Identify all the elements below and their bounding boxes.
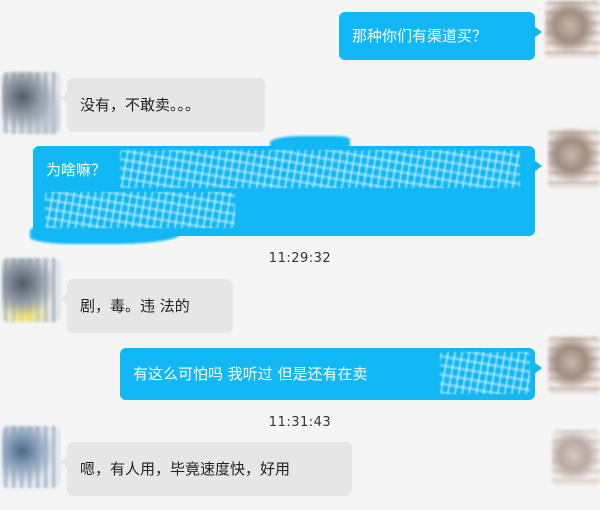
message-bubble-received[interactable]: 剧，毒。违 法的 [60, 279, 233, 333]
message-text: 剧，毒。违 法的 [80, 297, 190, 315]
contact-avatar-other[interactable] [2, 426, 60, 488]
chat-window: 那种你们有渠道买？ 没有，不敢卖。。。 为啥嘛？ 11:29:32 剧，毒。违 … [0, 0, 600, 510]
contact-avatar-self[interactable] [552, 430, 600, 486]
contact-avatar-self[interactable] [545, 0, 600, 58]
contact-avatar-self[interactable] [548, 336, 600, 394]
message-text: 没有，不敢卖。。。 [80, 96, 201, 114]
redaction-scribble [120, 150, 520, 188]
timestamp: 11:31:43 [268, 415, 332, 430]
message-text: 有这么可怕吗 我听过 但是还有在卖 [133, 365, 368, 383]
message-text: 为啥嘛？ [46, 161, 107, 179]
redaction-scribble [440, 352, 530, 394]
message-text: 嗯，有人用，毕竟速度快，好用 [80, 460, 291, 478]
contact-avatar-other[interactable] [2, 258, 60, 322]
redaction-scribble [45, 192, 235, 228]
message-text: 那种你们有渠道买？ [352, 27, 488, 45]
contact-avatar-other[interactable] [2, 72, 60, 134]
message-bubble-received[interactable]: 没有，不敢卖。。。 [60, 78, 265, 132]
timestamp: 11:29:32 [268, 251, 332, 266]
message-bubble-sent[interactable]: 那种你们有渠道买？ [339, 12, 542, 60]
message-bubble-received[interactable]: 嗯，有人用，毕竟速度快，好用 [60, 442, 352, 496]
contact-avatar-self[interactable] [548, 128, 600, 188]
